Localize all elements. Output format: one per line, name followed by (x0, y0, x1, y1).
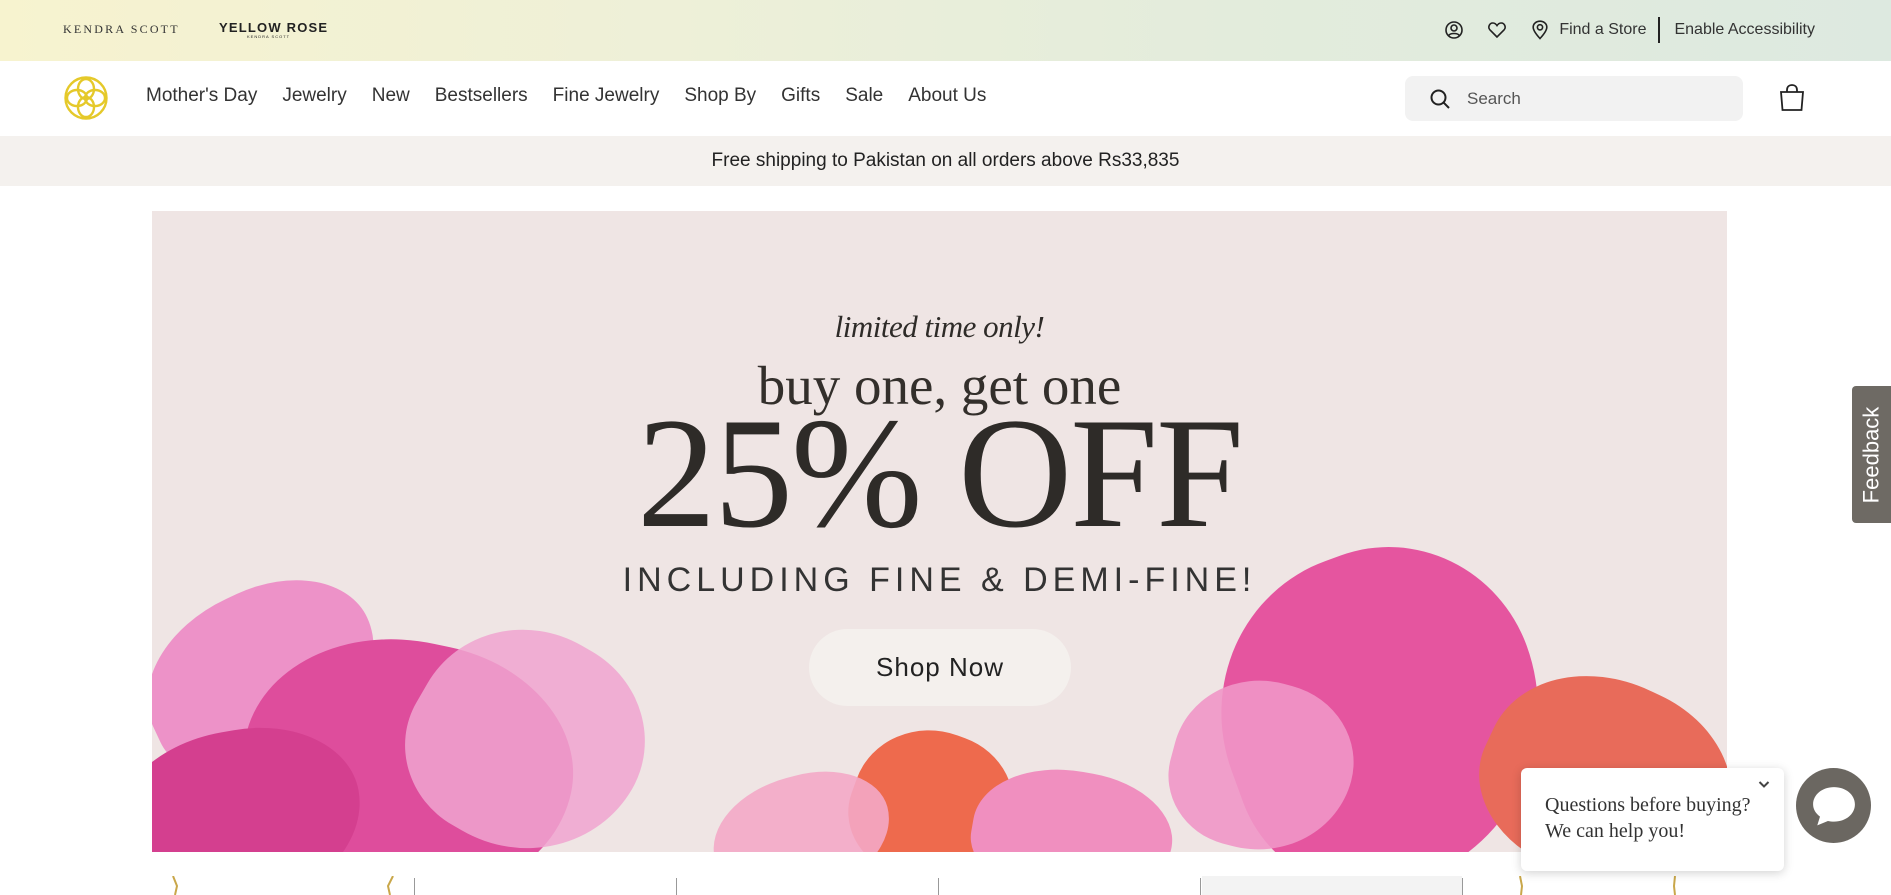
nav-mothers-day[interactable]: Mother's Day (146, 85, 257, 107)
yellow-rose-brand-link[interactable]: YELLOW ROSE (219, 20, 328, 35)
shop-now-button[interactable]: Shop Now (809, 629, 1071, 706)
chevron-down-icon[interactable] (1756, 776, 1772, 792)
hero-headline: 25% OFF (637, 386, 1244, 561)
product-thumb-earring[interactable] (1516, 875, 1528, 895)
product-thumb-earring[interactable] (1668, 875, 1680, 895)
nav-gifts[interactable]: Gifts (781, 85, 820, 107)
main-navigation: Mother's Day Jewelry New Bestsellers Fin… (146, 85, 1011, 107)
chat-prompt-text: Questions before buying? We can help you… (1545, 792, 1751, 844)
nav-jewelry[interactable]: Jewelry (282, 85, 346, 107)
product-divider (676, 878, 677, 895)
utility-links: Find a Store Enable Accessibility (1424, 16, 1815, 44)
chat-line-2: We can help you! (1545, 820, 1685, 842)
enable-accessibility-link[interactable]: Enable Accessibility (1674, 21, 1815, 39)
chat-bubble-icon (1812, 786, 1855, 825)
product-divider (414, 878, 415, 895)
search-input[interactable] (1467, 88, 1717, 110)
nav-about-us[interactable]: About Us (908, 85, 986, 107)
product-strip (152, 875, 1727, 895)
nav-shop-by[interactable]: Shop By (684, 85, 756, 107)
hero-banner[interactable]: limited time only! buy one, get one 25% … (152, 211, 1727, 852)
product-thumb-earring[interactable] (384, 875, 396, 895)
feedback-label: Feedback (1858, 406, 1884, 503)
kendra-scott-logo-icon[interactable] (63, 75, 109, 121)
search-box[interactable] (1405, 76, 1743, 121)
kendra-scott-brand-link[interactable]: KENDRA SCOTT (63, 22, 180, 37)
utility-divider (1658, 17, 1661, 43)
yellow-rose-sublabel: KENDRA SCOTT (247, 34, 291, 39)
product-divider (1462, 878, 1463, 895)
product-card-placeholder[interactable] (1202, 876, 1462, 895)
product-divider (1200, 878, 1201, 895)
product-divider (938, 878, 939, 895)
search-icon[interactable] (1429, 88, 1451, 110)
shipping-banner: Free shipping to Pakistan on all orders … (0, 136, 1891, 186)
heart-icon[interactable] (1484, 17, 1510, 43)
hero-subline: INCLUDING FINE & DEMI-FINE! (622, 561, 1257, 599)
find-store-link[interactable]: Find a Store (1559, 21, 1646, 39)
location-pin-icon[interactable] (1527, 17, 1553, 43)
chat-line-1: Questions before buying? (1545, 794, 1751, 816)
hero-tagline: limited time only! (834, 309, 1045, 344)
nav-bestsellers[interactable]: Bestsellers (435, 85, 528, 107)
chat-launcher-button[interactable] (1796, 768, 1871, 843)
feedback-tab[interactable]: Feedback (1852, 386, 1891, 523)
shipping-message: Free shipping to Pakistan on all orders … (711, 150, 1180, 171)
product-thumb-earring[interactable] (170, 875, 182, 895)
shopping-bag-icon[interactable] (1778, 83, 1806, 113)
nav-new[interactable]: New (372, 85, 410, 107)
account-icon[interactable] (1441, 17, 1467, 43)
nav-sale[interactable]: Sale (845, 85, 883, 107)
nav-fine-jewelry[interactable]: Fine Jewelry (553, 85, 660, 107)
chat-prompt[interactable]: Questions before buying? We can help you… (1521, 768, 1784, 871)
utility-bar: KENDRA SCOTT YELLOW ROSE KENDRA SCOTT Fi… (0, 0, 1891, 61)
main-header: Mother's Day Jewelry New Bestsellers Fin… (0, 61, 1891, 136)
